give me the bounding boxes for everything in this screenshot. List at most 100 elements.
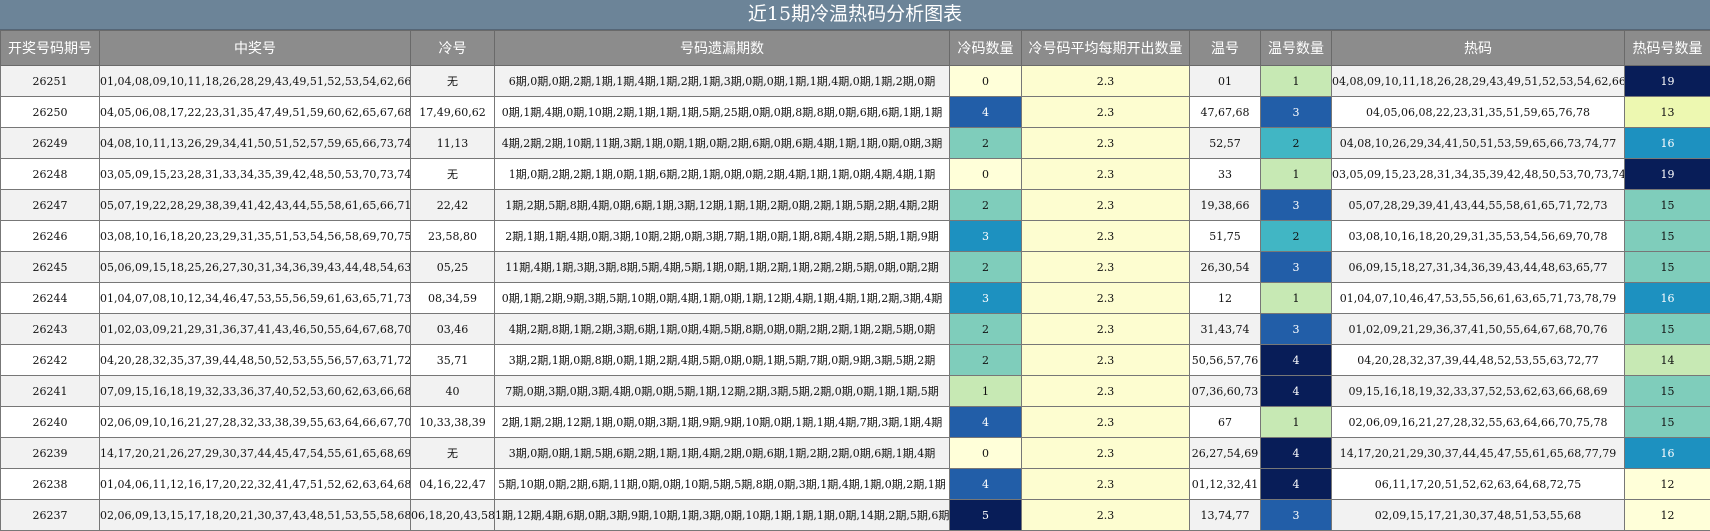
cell-11-7: 1 [1261, 407, 1332, 438]
column-header-7: 温号数量 [1261, 31, 1332, 66]
cell-4-3: 1期,2期,5期,8期,4期,0期,6期,1期,3期,12期,1期,1期,2期,… [495, 190, 950, 221]
cell-10-4: 1 [950, 376, 1022, 407]
cell-13-5: 2.3 [1022, 469, 1190, 500]
cell-3-5: 2.3 [1022, 159, 1190, 190]
cell-8-5: 2.3 [1022, 314, 1190, 345]
cell-12-2: 无 [411, 438, 495, 469]
cell-8-4: 2 [950, 314, 1022, 345]
cell-10-8: 09,15,16,18,19,32,33,37,52,53,62,63,66,6… [1332, 376, 1625, 407]
cell-2-9: 16 [1625, 128, 1710, 159]
cell-5-3: 2期,1期,1期,4期,0期,3期,10期,2期,0期,3期,7期,1期,0期,… [495, 221, 950, 252]
cell-13-9: 12 [1625, 469, 1710, 500]
table-row: 2624301,02,03,09,21,29,31,36,37,41,43,46… [1, 314, 1710, 345]
cell-10-9: 15 [1625, 376, 1710, 407]
cell-1-8: 04,05,06,08,22,23,31,35,51,59,65,76,78 [1332, 97, 1625, 128]
column-header-5: 冷号码平均每期开出数量 [1022, 31, 1190, 66]
cell-9-3: 3期,2期,1期,0期,8期,0期,1期,2期,4期,5期,0期,0期,1期,5… [495, 345, 950, 376]
cell-4-9: 15 [1625, 190, 1710, 221]
cell-11-5: 2.3 [1022, 407, 1190, 438]
cell-8-2: 03,46 [411, 314, 495, 345]
cell-4-1: 05,07,19,22,28,29,38,39,41,42,43,44,55,5… [100, 190, 411, 221]
column-header-4: 冷码数量 [950, 31, 1022, 66]
cell-14-5: 2.3 [1022, 500, 1190, 531]
cell-1-1: 04,05,06,08,17,22,23,31,35,47,49,51,59,6… [100, 97, 411, 128]
cell-7-4: 3 [950, 283, 1022, 314]
cell-4-5: 2.3 [1022, 190, 1190, 221]
cell-5-2: 23,58,80 [411, 221, 495, 252]
cell-5-7: 2 [1261, 221, 1332, 252]
cell-13-0: 26238 [1, 469, 100, 500]
cell-11-4: 4 [950, 407, 1022, 438]
cell-7-0: 26244 [1, 283, 100, 314]
cell-5-8: 03,08,10,16,18,20,29,31,35,53,54,56,69,7… [1332, 221, 1625, 252]
cell-10-5: 2.3 [1022, 376, 1190, 407]
cell-2-2: 11,13 [411, 128, 495, 159]
cell-0-3: 6期,0期,0期,2期,1期,1期,4期,1期,2期,1期,3期,0期,0期,1… [495, 66, 950, 97]
cell-0-9: 19 [1625, 66, 1710, 97]
table-row: 2624904,08,10,11,13,26,29,34,41,50,51,52… [1, 128, 1710, 159]
cell-8-0: 26243 [1, 314, 100, 345]
cell-13-2: 04,16,22,47 [411, 469, 495, 500]
cell-14-3: 1期,12期,4期,6期,0期,3期,9期,10期,1期,3期,0期,10期,1… [495, 500, 950, 531]
cell-6-8: 06,09,15,18,27,31,34,36,39,43,44,48,63,6… [1332, 252, 1625, 283]
table-row: 2624401,04,07,08,10,12,34,46,47,53,55,56… [1, 283, 1710, 314]
table-row: 2623801,04,06,11,12,16,17,20,22,32,41,47… [1, 469, 1710, 500]
cell-11-1: 02,06,09,10,16,21,27,28,32,33,38,39,55,6… [100, 407, 411, 438]
cell-12-0: 26239 [1, 438, 100, 469]
cell-7-1: 01,04,07,08,10,12,34,46,47,53,55,56,59,6… [100, 283, 411, 314]
analysis-table: 开奖号码期号中奖号冷号号码遗漏期数冷码数量冷号码平均每期开出数量温号温号数量热码… [0, 30, 1710, 531]
cell-1-9: 13 [1625, 97, 1710, 128]
column-header-8: 热码 [1332, 31, 1625, 66]
cell-8-1: 01,02,03,09,21,29,31,36,37,41,43,46,50,5… [100, 314, 411, 345]
cell-9-6: 50,56,57,76 [1190, 345, 1261, 376]
cell-7-3: 0期,1期,2期,9期,3期,5期,10期,0期,4期,1期,0期,1期,12期… [495, 283, 950, 314]
cell-9-9: 14 [1625, 345, 1710, 376]
cell-13-7: 4 [1261, 469, 1332, 500]
cell-1-5: 2.3 [1022, 97, 1190, 128]
cell-2-5: 2.3 [1022, 128, 1190, 159]
cell-7-9: 16 [1625, 283, 1710, 314]
cell-5-5: 2.3 [1022, 221, 1190, 252]
table-row: 2624002,06,09,10,16,21,27,28,32,33,38,39… [1, 407, 1710, 438]
column-header-6: 温号 [1190, 31, 1261, 66]
cell-2-7: 2 [1261, 128, 1332, 159]
cell-6-1: 05,06,09,15,18,25,26,27,30,31,34,36,39,4… [100, 252, 411, 283]
cell-6-9: 15 [1625, 252, 1710, 283]
cell-12-8: 14,17,20,21,29,30,37,44,45,47,55,61,65,6… [1332, 438, 1625, 469]
cell-3-0: 26248 [1, 159, 100, 190]
table-row: 2623914,17,20,21,26,27,29,30,37,44,45,47… [1, 438, 1710, 469]
cell-1-4: 4 [950, 97, 1022, 128]
cell-10-7: 4 [1261, 376, 1332, 407]
cell-13-1: 01,04,06,11,12,16,17,20,22,32,41,47,51,5… [100, 469, 411, 500]
cell-13-6: 01,12,32,41 [1190, 469, 1261, 500]
column-header-2: 冷号 [411, 31, 495, 66]
cell-0-5: 2.3 [1022, 66, 1190, 97]
cell-9-4: 2 [950, 345, 1022, 376]
cell-11-3: 2期,1期,2期,12期,1期,0期,0期,3期,1期,9期,9期,10期,0期… [495, 407, 950, 438]
cell-5-1: 03,08,10,16,18,20,23,29,31,35,51,53,54,5… [100, 221, 411, 252]
cell-2-0: 26249 [1, 128, 100, 159]
cell-0-7: 1 [1261, 66, 1332, 97]
table-row: 2624705,07,19,22,28,29,38,39,41,42,43,44… [1, 190, 1710, 221]
cell-14-8: 02,09,15,17,21,30,37,48,51,53,55,68 [1332, 500, 1625, 531]
cell-13-8: 06,11,17,20,51,52,62,63,64,68,72,75 [1332, 469, 1625, 500]
table-row: 2624803,05,09,15,23,28,31,33,34,35,39,42… [1, 159, 1710, 190]
cell-4-8: 05,07,28,29,39,41,43,44,55,58,61,65,71,7… [1332, 190, 1625, 221]
cell-0-8: 04,08,09,10,11,18,26,28,29,43,49,51,52,5… [1332, 66, 1625, 97]
table-body: 2625101,04,08,09,10,11,18,26,28,29,43,49… [1, 66, 1710, 531]
cell-12-9: 16 [1625, 438, 1710, 469]
cell-3-1: 03,05,09,15,23,28,31,33,34,35,39,42,48,5… [100, 159, 411, 190]
cell-5-6: 51,75 [1190, 221, 1261, 252]
cell-13-3: 5期,10期,0期,2期,6期,11期,0期,0期,10期,5期,5期,8期,0… [495, 469, 950, 500]
table-row: 2624505,06,09,15,18,25,26,27,30,31,34,36… [1, 252, 1710, 283]
cell-8-7: 3 [1261, 314, 1332, 345]
cell-1-2: 17,49,60,62 [411, 97, 495, 128]
table-row: 2625101,04,08,09,10,11,18,26,28,29,43,49… [1, 66, 1710, 97]
cell-5-9: 15 [1625, 221, 1710, 252]
table-row: 2623702,06,09,13,15,17,18,20,21,30,37,43… [1, 500, 1710, 531]
cell-3-2: 无 [411, 159, 495, 190]
cell-12-5: 2.3 [1022, 438, 1190, 469]
chart-root: 近15期冷温热码分析图表 开奖号码期号中奖号冷号号码遗漏期数冷码数量冷号码平均每… [0, 0, 1710, 530]
cell-11-0: 26240 [1, 407, 100, 438]
cell-13-4: 4 [950, 469, 1022, 500]
